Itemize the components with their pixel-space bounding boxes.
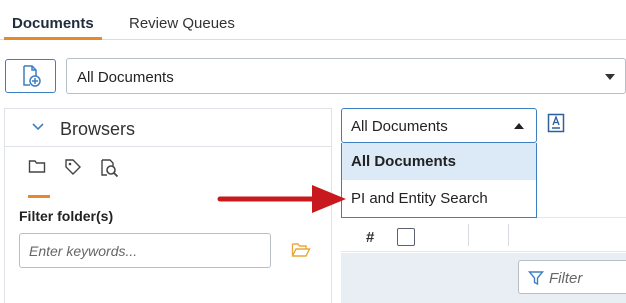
annotation-arrow-icon — [217, 185, 346, 213]
funnel-icon — [528, 271, 544, 286]
tag-icon[interactable] — [64, 158, 82, 176]
folder-icon[interactable] — [28, 158, 46, 174]
toolbar: All Documents — [0, 41, 626, 107]
caret-down-icon — [605, 74, 615, 80]
layout-icon[interactable] — [547, 113, 565, 133]
search-document-icon[interactable] — [99, 158, 119, 178]
document-view-select-value: All Documents — [351, 118, 448, 135]
view-select-top-value: All Documents — [77, 69, 174, 86]
active-browser-indicator — [28, 195, 50, 198]
document-view-select[interactable]: All Documents — [341, 108, 537, 143]
browsers-title: Browsers — [60, 119, 136, 139]
new-document-button[interactable] — [5, 59, 56, 93]
grid-filter-placeholder: Filter — [549, 270, 583, 287]
view-select-top[interactable]: All Documents — [66, 58, 626, 94]
column-divider[interactable] — [508, 224, 509, 246]
folder-keyword-input[interactable] — [19, 233, 271, 268]
tab-documents[interactable]: Documents — [12, 15, 94, 32]
dropdown-option-all-documents[interactable]: All Documents — [342, 143, 536, 180]
column-divider[interactable] — [468, 224, 469, 246]
active-tab-indicator — [4, 37, 102, 40]
grid-header-row — [341, 218, 626, 252]
caret-up-icon — [514, 123, 524, 129]
filter-folders-label: Filter folder(s) — [19, 208, 114, 224]
top-tab-bar: Documents Review Queues — [0, 0, 626, 40]
chevron-down-icon[interactable] — [31, 120, 45, 134]
dropdown-option-pi-entity-search[interactable]: PI and Entity Search — [342, 180, 536, 217]
select-all-checkbox[interactable] — [397, 228, 415, 246]
file-plus-icon — [22, 65, 41, 87]
row-number-column-header: # — [366, 229, 375, 246]
open-folder-icon[interactable] — [291, 241, 311, 259]
browsers-header[interactable]: Browsers — [5, 109, 331, 147]
document-view-dropdown: All Documents PI and Entity Search — [341, 143, 537, 218]
tab-review-queues[interactable]: Review Queues — [129, 15, 235, 32]
grid-filter-input[interactable]: Filter — [518, 260, 626, 294]
